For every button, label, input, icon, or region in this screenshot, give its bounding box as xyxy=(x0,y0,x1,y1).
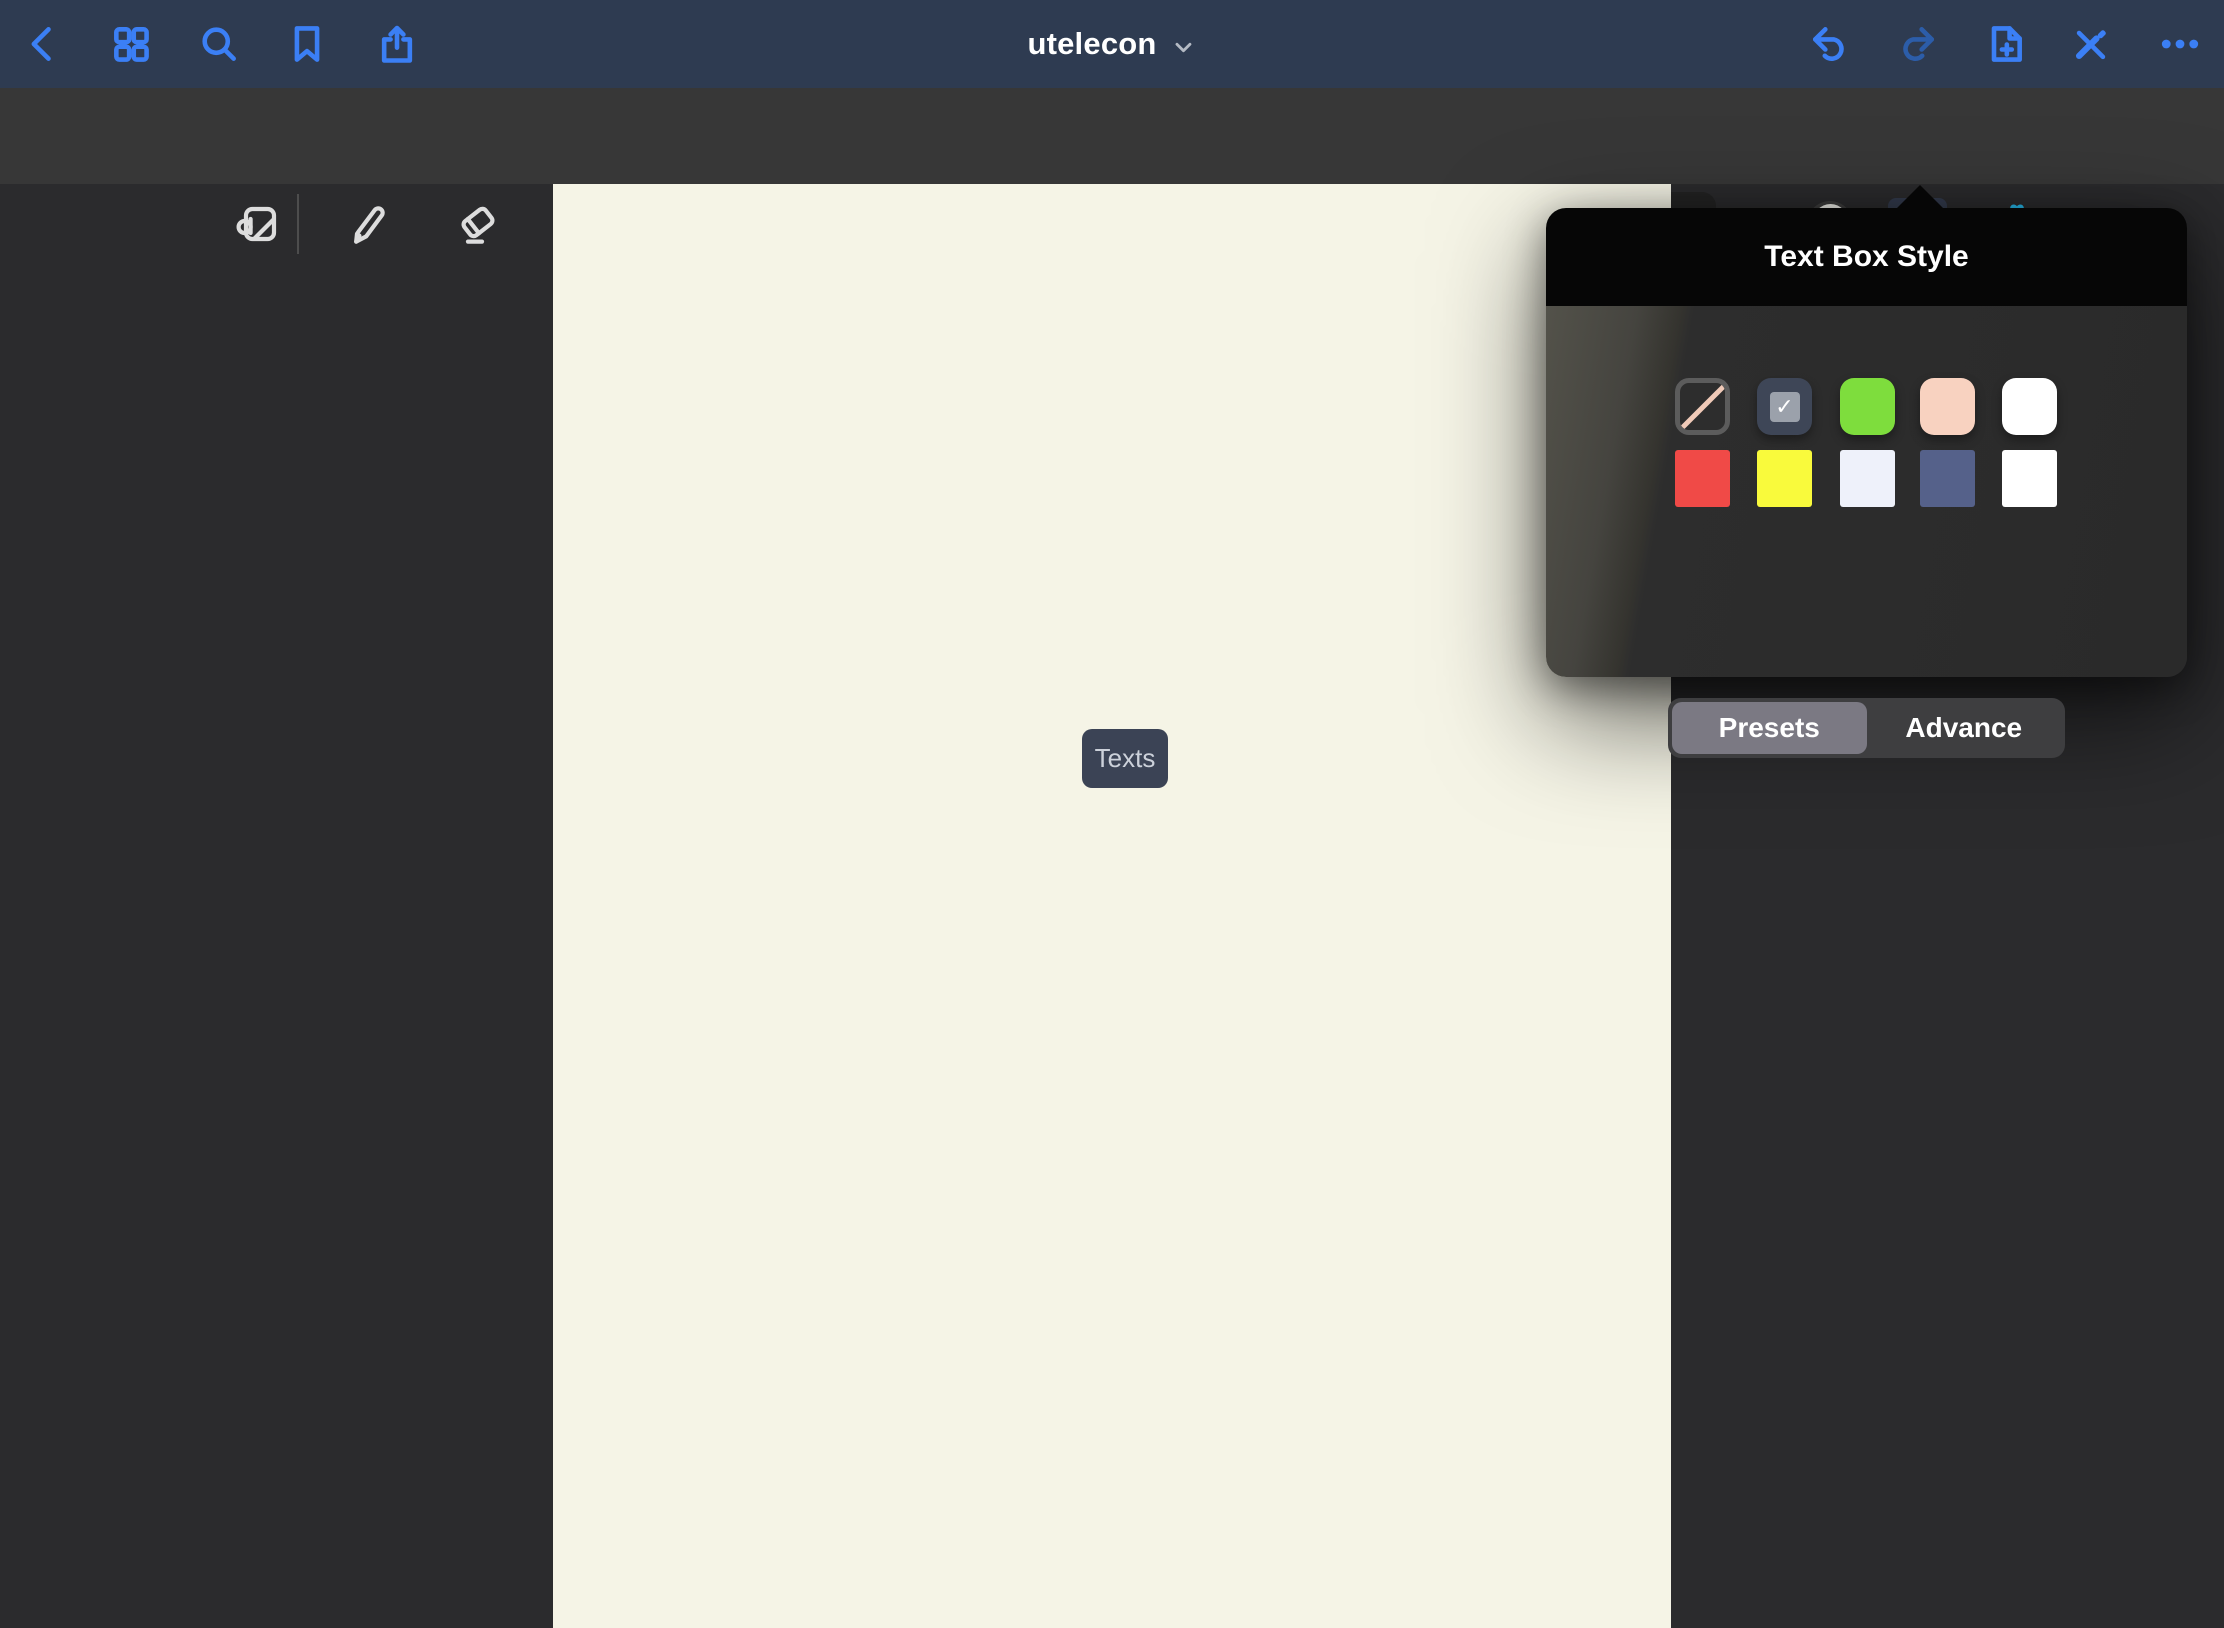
document-title: utelecon xyxy=(1027,26,1156,62)
more-icon[interactable] xyxy=(2158,22,2202,66)
style-swatch-yellow[interactable] xyxy=(1757,450,1812,507)
redo-icon[interactable] xyxy=(1896,22,1940,66)
presets-advance-segmented-control: Presets Advance xyxy=(1668,698,2065,758)
style-swatch-none[interactable] xyxy=(1675,378,1730,435)
tab-presets[interactable]: Presets xyxy=(1672,702,1867,754)
back-icon[interactable] xyxy=(21,22,65,66)
style-swatch-green[interactable] xyxy=(1840,378,1895,435)
advance-label: Advance xyxy=(1905,712,2022,744)
pen-tool-icon[interactable] xyxy=(343,200,391,248)
presets-label: Presets xyxy=(1719,712,1820,744)
share-icon[interactable] xyxy=(375,22,419,66)
document-page[interactable] xyxy=(553,184,1671,1628)
page-thumbnails-icon[interactable] xyxy=(109,22,153,66)
style-swatch-navy-selected[interactable]: ✓ xyxy=(1757,378,1812,435)
tab-advance[interactable]: Advance xyxy=(1867,702,2062,754)
popover-body: ✓ Presets Advance xyxy=(1546,306,2187,677)
style-swatch-white[interactable] xyxy=(2002,378,2057,435)
app-screen: utelecon xyxy=(0,0,2224,1628)
document-title-button[interactable]: utelecon xyxy=(1027,0,1196,88)
selected-check-icon: ✓ xyxy=(1770,392,1800,422)
bookmark-icon[interactable] xyxy=(285,22,329,66)
no-fill-slash-icon xyxy=(1679,383,1726,430)
add-page-icon[interactable] xyxy=(1983,22,2027,66)
canvas-text-box[interactable]: Texts xyxy=(1082,729,1168,788)
popover-arrow xyxy=(1897,185,1943,208)
edit-mode-icon[interactable] xyxy=(233,200,281,248)
popover-header: Text Box Style xyxy=(1546,208,2187,306)
chevron-down-icon xyxy=(1171,28,1197,60)
tools-toolbar: HiraginoSans-... 16 xyxy=(0,88,2224,184)
text-box-content: Texts xyxy=(1095,743,1156,774)
undo-icon[interactable] xyxy=(1807,22,1851,66)
style-swatch-peach[interactable] xyxy=(1920,378,1975,435)
style-swatch-lavender[interactable] xyxy=(1840,450,1895,507)
style-swatch-white2[interactable] xyxy=(2002,450,2057,507)
popover-title: Text Box Style xyxy=(1764,240,1969,274)
style-swatch-red[interactable] xyxy=(1675,450,1730,507)
text-box-style-popover: Text Box Style ✓ Presets xyxy=(1546,208,2187,677)
search-icon[interactable] xyxy=(197,22,241,66)
pen-off-icon[interactable] xyxy=(2069,22,2113,66)
eraser-tool-icon[interactable] xyxy=(453,200,501,248)
toolbar-divider xyxy=(297,194,299,254)
top-navigation-bar: utelecon xyxy=(0,0,2224,88)
style-swatch-slate[interactable] xyxy=(1920,450,1975,507)
